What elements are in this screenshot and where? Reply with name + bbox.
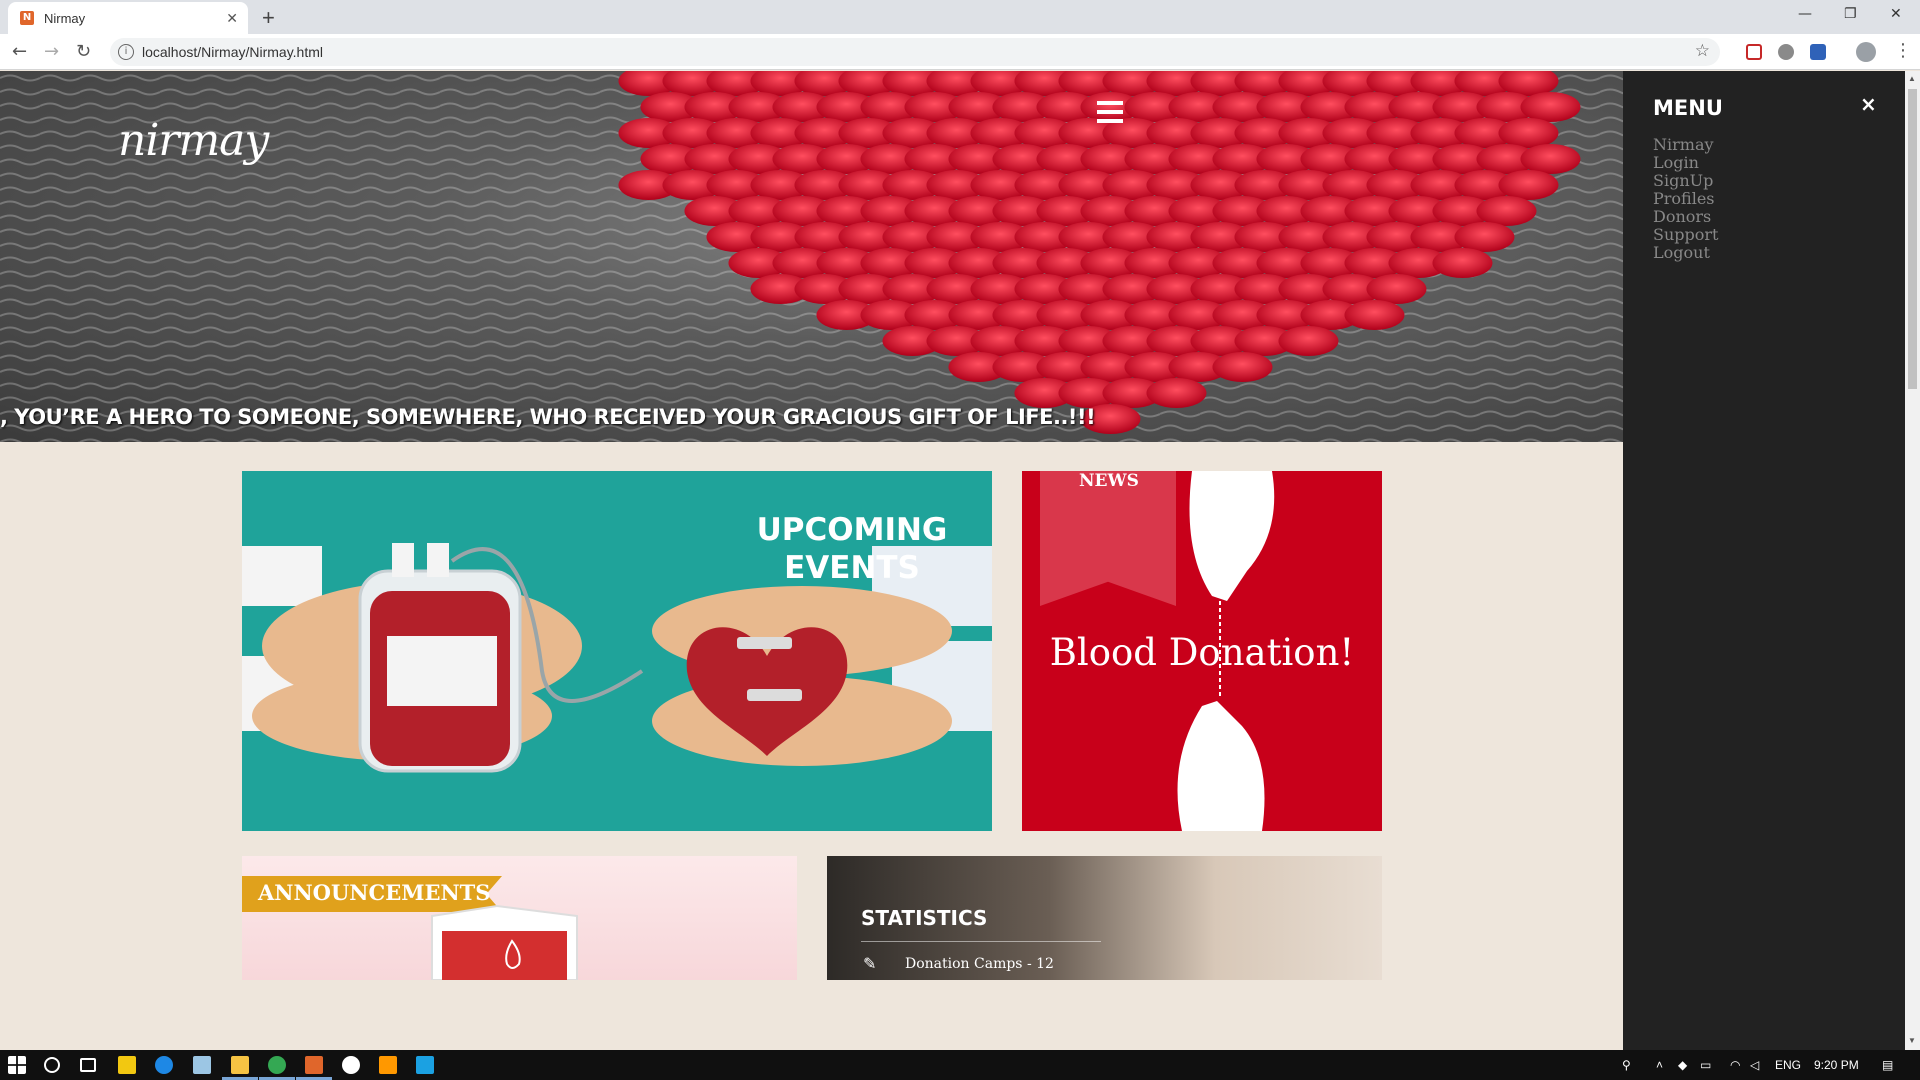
umbrella-shape	[1520, 144, 1581, 174]
menu-item-logout[interactable]: Logout	[1653, 244, 1718, 262]
umbrella-shape	[1454, 222, 1515, 252]
extension-cloud-icon[interactable]	[1778, 44, 1794, 60]
volume-icon[interactable]: ◁	[1750, 1058, 1759, 1072]
app-circle-icon[interactable]	[342, 1056, 360, 1074]
umbrella-shape	[1278, 326, 1339, 356]
tab-bar: N Nirmay ✕ + — ❐ ✕	[0, 0, 1920, 34]
bookmark-star-icon[interactable]: ☆	[1695, 41, 1710, 61]
scroll-thumb[interactable]	[1908, 89, 1917, 389]
umbrella-shape	[1520, 92, 1581, 122]
statistics-card[interactable]: STATISTICS ✎ Donation Camps - 12	[827, 856, 1382, 980]
battery-icon[interactable]: ▭	[1700, 1058, 1711, 1072]
sticky-notes-icon[interactable]	[118, 1056, 136, 1074]
site-info-icon[interactable]: i	[118, 44, 134, 60]
site-logo[interactable]: nirmay	[118, 115, 269, 166]
menu-item-profiles[interactable]: Profiles	[1653, 190, 1718, 208]
umbrella-shape	[1212, 352, 1273, 382]
upcoming-events-title: UPCOMING EVENTS	[732, 511, 972, 587]
browser-tab[interactable]: N Nirmay ✕	[8, 2, 248, 34]
extension-shield-icon[interactable]	[1810, 44, 1826, 60]
xampp-icon[interactable]	[305, 1056, 323, 1074]
syringe-icon: ✎	[863, 954, 877, 973]
umbrella-shape	[1432, 248, 1493, 278]
menu-list: Nirmay Login SignUp Profiles Donors Supp…	[1653, 136, 1718, 262]
tab-title: Nirmay	[44, 11, 86, 26]
minimize-icon[interactable]: —	[1798, 6, 1812, 22]
umbrella-shape	[1344, 300, 1405, 330]
side-menu: MENU × Nirmay Login SignUp Profiles Dono…	[1623, 71, 1905, 1050]
events-title-line2: EVENTS	[784, 550, 920, 586]
edge-browser-icon[interactable]	[155, 1056, 173, 1074]
new-tab-button[interactable]: +	[262, 5, 275, 31]
url-text[interactable]: localhost/Nirmay/Nirmay.html	[142, 44, 323, 60]
wifi-icon[interactable]: ◠	[1730, 1058, 1740, 1072]
menu-item-nirmay[interactable]: Nirmay	[1653, 136, 1718, 154]
hero-banner: nirmay , YOU’RE A HERO TO SOMEONE, SOMEW…	[0, 71, 1623, 442]
reload-icon[interactable]: ↻	[76, 41, 91, 62]
events-title-line1: UPCOMING	[756, 512, 948, 548]
language-indicator[interactable]: ENG	[1775, 1058, 1801, 1072]
scroll-up-icon[interactable]: ▲	[1908, 74, 1916, 83]
forward-icon[interactable]: →	[44, 41, 59, 62]
action-center-icon[interactable]: ▤	[1882, 1058, 1893, 1072]
page-viewport: nirmay , YOU’RE A HERO TO SOMEONE, SOMEW…	[0, 71, 1905, 1050]
app-blue-icon[interactable]	[416, 1056, 434, 1074]
tab-close-icon[interactable]: ✕	[226, 10, 238, 27]
hamburger-menu-icon[interactable]	[1097, 101, 1123, 123]
clock-time[interactable]: 9:20 PM	[1814, 1058, 1859, 1072]
task-view-icon[interactable]	[80, 1058, 96, 1072]
umbrella-shape	[1498, 170, 1559, 200]
close-icon[interactable]: ✕	[1890, 6, 1902, 22]
hero-marquee: , YOU’RE A HERO TO SOMEONE, SOMEWHERE, W…	[0, 405, 1096, 429]
extension-pocket-icon[interactable]	[1746, 44, 1762, 60]
sublime-text-icon[interactable]	[379, 1056, 397, 1074]
umbrella-shape	[1366, 274, 1427, 304]
statistics-item: Donation Camps - 12	[905, 956, 1054, 972]
windows-taskbar: ⚲ ˄ ◆ ▭ ◠ ◁ ENG 9:20 PM ▤	[0, 1050, 1920, 1080]
notepad-icon[interactable]	[193, 1056, 211, 1074]
menu-item-donors[interactable]: Donors	[1653, 208, 1718, 226]
menu-close-icon[interactable]: ×	[1860, 92, 1877, 116]
menu-item-support[interactable]: Support	[1653, 226, 1718, 244]
people-icon[interactable]: ⚲	[1622, 1058, 1631, 1072]
statistics-title: STATISTICS	[861, 906, 988, 930]
windows-start-icon[interactable]	[8, 1056, 26, 1074]
announcements-card[interactable]: ANNOUNCEMENTS	[242, 856, 797, 980]
menu-title: MENU	[1653, 96, 1723, 120]
browser-toolbar: ← → ↻ i localhost/Nirmay/Nirmay.html ☆ ⋮	[0, 34, 1920, 70]
tray-expand-icon[interactable]: ˄	[1656, 1058, 1663, 1072]
dropbox-icon[interactable]: ◆	[1678, 1058, 1687, 1072]
blood-drop-shield-illustration	[431, 904, 578, 980]
scroll-down-icon[interactable]: ▼	[1908, 1036, 1916, 1045]
menu-item-signup[interactable]: SignUp	[1653, 172, 1718, 190]
statistics-divider	[861, 941, 1101, 942]
address-bar[interactable]: i localhost/Nirmay/Nirmay.html ☆	[110, 38, 1720, 66]
profile-avatar[interactable]	[1856, 42, 1876, 62]
upcoming-events-card[interactable]: UPCOMING EVENTS	[242, 471, 992, 831]
news-card[interactable]: NEWS Blood Donation!	[1022, 471, 1382, 831]
cortana-search-icon[interactable]	[44, 1057, 60, 1073]
page-scrollbar[interactable]: ▲ ▼	[1905, 71, 1920, 1050]
umbrella-shape	[1476, 196, 1537, 226]
file-explorer-icon[interactable]	[231, 1056, 249, 1074]
back-icon[interactable]: ←	[12, 41, 27, 62]
chrome-icon[interactable]	[268, 1056, 286, 1074]
nirmay-favicon-icon: N	[20, 11, 34, 25]
browser-menu-icon[interactable]: ⋮	[1894, 40, 1912, 61]
restore-icon[interactable]: ❐	[1844, 6, 1857, 22]
umbrella-shape	[1498, 118, 1559, 148]
umbrella-shape	[1146, 378, 1207, 408]
news-headline: Blood Donation!	[1049, 631, 1355, 674]
menu-item-login[interactable]: Login	[1653, 154, 1718, 172]
